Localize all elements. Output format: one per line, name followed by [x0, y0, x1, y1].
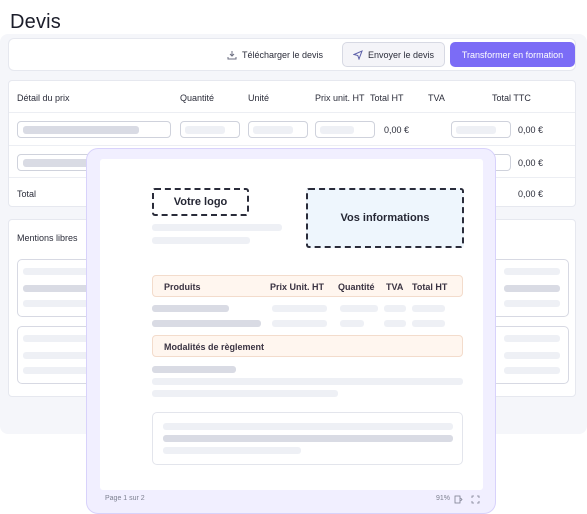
- preview-header-products: Produits: [164, 282, 201, 292]
- product-line-placeholder: [412, 305, 445, 312]
- payment-terms-label: Modalités de règlement: [164, 342, 265, 352]
- product-line-placeholder: [152, 320, 261, 327]
- product-line-placeholder: [272, 305, 327, 312]
- header-total-ttc: Total TTC: [492, 93, 531, 103]
- transform-training-label: Transformer en formation: [461, 49, 564, 60]
- quote-preview-page: Votre logo Vos informations Produits Pri…: [100, 159, 483, 490]
- send-icon: [353, 49, 363, 60]
- header-total-ht: Total HT: [370, 93, 404, 103]
- product-line-placeholder: [384, 320, 406, 327]
- total-label: Total: [17, 189, 37, 199]
- preview-header-total-ht: Total HT: [412, 282, 448, 292]
- preview-header-unit-price: Prix Unit. HT: [270, 282, 325, 292]
- quantity-input[interactable]: [180, 121, 240, 138]
- price-table-header: Détail du prix Quantité Unité Prix unit.…: [9, 81, 575, 113]
- header-unit: Unité: [248, 93, 270, 103]
- row-total-ttc: 0,00 €: [518, 158, 544, 168]
- row-total-ht: 0,00 €: [384, 125, 410, 135]
- text-line-placeholder: [152, 390, 338, 397]
- row-total-ttc: 0,00 €: [518, 125, 544, 135]
- preview-header-vat: TVA: [386, 282, 404, 292]
- products-table-header: Produits Prix Unit. HT Quantité TVA Tota…: [152, 275, 463, 297]
- product-line-placeholder: [340, 305, 378, 312]
- company-info-label: Vos informations: [340, 212, 430, 224]
- header-quantity: Quantité: [180, 93, 215, 103]
- send-quote-button[interactable]: Envoyer le devis: [342, 42, 446, 67]
- quote-preview-window: Votre logo Vos informations Produits Pri…: [86, 148, 496, 514]
- download-icon: [227, 51, 237, 60]
- unit-price-input[interactable]: [315, 121, 375, 138]
- product-line-placeholder: [152, 305, 229, 312]
- mentions-title: Mentions libres: [17, 233, 78, 243]
- text-line-placeholder: [152, 366, 236, 373]
- company-info-placeholder[interactable]: Vos informations: [306, 188, 464, 248]
- product-line-placeholder: [340, 320, 364, 327]
- text-line-placeholder: [152, 378, 463, 385]
- notes-box: [152, 412, 463, 465]
- page-title: Devis: [10, 11, 62, 33]
- send-quote-label: Envoyer le devis: [368, 49, 435, 60]
- grand-total-ttc: 0,00 €: [518, 189, 544, 199]
- logo-placeholder-label: Votre logo: [173, 196, 228, 208]
- quote-toolbar: Télécharger le devis Envoyer le devis Tr…: [8, 38, 576, 71]
- payment-terms-header: Modalités de règlement: [152, 335, 463, 357]
- header-vat: TVA: [428, 93, 445, 103]
- logo-placeholder[interactable]: Votre logo: [152, 188, 249, 216]
- vat-select[interactable]: [451, 121, 511, 138]
- product-line-placeholder: [272, 320, 327, 327]
- header-unit-price: Prix unit. HT: [315, 93, 365, 103]
- fullscreen-icon[interactable]: [471, 495, 480, 504]
- table-row: 0,00 € 0,00 €: [9, 113, 575, 145]
- fit-page-icon[interactable]: [454, 495, 463, 504]
- zoom-level: 91%: [436, 495, 451, 502]
- page-indicator: Page 1 sur 2: [105, 495, 145, 502]
- text-line-placeholder: [152, 224, 282, 231]
- price-detail-input[interactable]: [17, 121, 171, 138]
- text-line-placeholder: [152, 237, 250, 244]
- preview-footer: Page 1 sur 2 91%: [87, 489, 495, 513]
- download-quote-label: Télécharger le devis: [242, 50, 324, 60]
- product-line-placeholder: [412, 320, 445, 327]
- transform-training-button[interactable]: Transformer en formation: [450, 42, 575, 67]
- download-quote-button[interactable]: Télécharger le devis: [227, 47, 323, 63]
- preview-header-quantity: Quantité: [338, 282, 375, 292]
- header-price-detail: Détail du prix: [17, 93, 70, 103]
- unit-input[interactable]: [248, 121, 308, 138]
- product-line-placeholder: [384, 305, 406, 312]
